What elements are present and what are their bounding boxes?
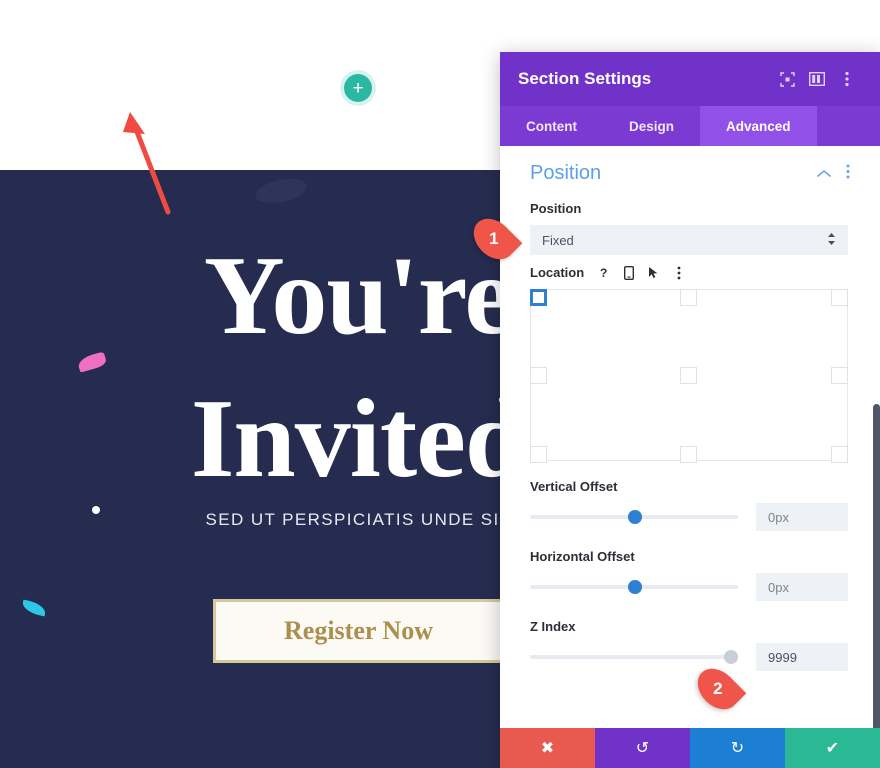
panel-scrollbar[interactable] [873,404,880,728]
location-cell-bottom-right[interactable] [831,446,848,463]
kebab-menu-icon[interactable] [832,66,862,92]
vertical-offset-field: Vertical Offset 0px [500,461,880,531]
location-label-icons: ? [596,265,686,280]
z-index-slider[interactable] [530,648,738,666]
mobile-device-icon[interactable] [621,265,636,280]
undo-icon: ↺ [635,740,650,757]
updown-caret-icon [827,232,836,248]
section-settings-panel: Section Settings Content Design Advanced… [500,52,880,768]
chevron-up-icon[interactable] [812,165,836,183]
location-label: Location ? [530,265,848,280]
slider-handle[interactable] [627,580,642,594]
tab-design[interactable]: Design [603,106,700,146]
position-field: Position Fixed [500,191,880,255]
z-index-row: 9999 [530,643,848,671]
slider-handle[interactable] [724,650,738,664]
panel-header: Section Settings [500,52,880,106]
z-index-field: Z Index 9999 [500,601,880,671]
panel-title: Section Settings [518,69,652,88]
location-cell-top-center[interactable] [680,289,697,306]
location-label-text: Location [530,265,585,280]
check-icon: ✔ [825,740,840,757]
position-select[interactable]: Fixed [530,225,848,255]
confetti-cyan-icon [21,599,47,617]
location-cell-top-right[interactable] [831,289,848,306]
vertical-offset-input[interactable]: 0px [756,503,848,531]
panel-tabs: Content Design Advanced [500,106,880,146]
tabs-filler [817,106,880,146]
horizontal-offset-row: 0px [530,573,848,601]
vertical-offset-row: 0px [530,503,848,531]
annotation-arrow-icon [123,112,171,215]
location-cell-center[interactable] [680,367,697,384]
panel-footer: ✖ ↺ ↻ ✔ [500,728,880,768]
z-index-label: Z Index [530,619,576,634]
horizontal-offset-slider[interactable] [530,578,738,596]
location-cell-top-left[interactable] [530,289,547,306]
vertical-offset-label: Vertical Offset [530,479,618,494]
location-cell-middle-right[interactable] [831,367,848,384]
layout-panel-icon[interactable] [802,66,832,92]
section-kebab-menu-icon[interactable] [836,164,860,184]
register-now-button[interactable]: Register Now [213,599,504,663]
tab-content[interactable]: Content [500,106,603,146]
panel-body: Position Position Fixed Location ? Verti… [500,146,880,728]
cancel-button[interactable]: ✖ [500,728,595,768]
location-picker-grid[interactable] [530,289,848,463]
redo-icon: ↻ [730,740,745,757]
horizontal-offset-label: Horizontal Offset [530,549,635,564]
position-section-header[interactable]: Position [500,146,880,191]
slider-track [530,655,738,659]
location-field: Location ? [500,255,880,463]
position-select-value: Fixed [542,232,574,248]
tab-advanced[interactable]: Advanced [700,106,817,146]
cursor-arrow-icon[interactable] [646,265,661,280]
location-cell-bottom-center[interactable] [680,446,697,463]
horizontal-offset-field: Horizontal Offset 0px [500,531,880,601]
vertical-offset-slider[interactable] [530,508,738,526]
location-kebab-menu-icon[interactable] [671,265,686,280]
horizontal-offset-input[interactable]: 0px [756,573,848,601]
location-cell-middle-left[interactable] [530,367,547,384]
position-label: Position [530,201,582,216]
undo-button[interactable]: ↺ [595,728,690,768]
slider-handle[interactable] [627,510,642,524]
save-button[interactable]: ✔ [785,728,880,768]
plus-icon: + [352,77,364,99]
redo-button[interactable]: ↻ [690,728,785,768]
screen: + You're Invited SED UT PERSPICIATIS UND… [0,0,880,768]
location-cell-bottom-left[interactable] [530,446,547,463]
expand-focus-icon[interactable] [772,66,802,92]
help-icon[interactable]: ? [596,265,611,280]
confetti-blob-icon [253,174,309,208]
add-section-button[interactable]: + [344,74,372,102]
close-x-icon: ✖ [540,740,555,757]
z-index-input[interactable]: 9999 [756,643,848,671]
section-title: Position [530,162,602,184]
